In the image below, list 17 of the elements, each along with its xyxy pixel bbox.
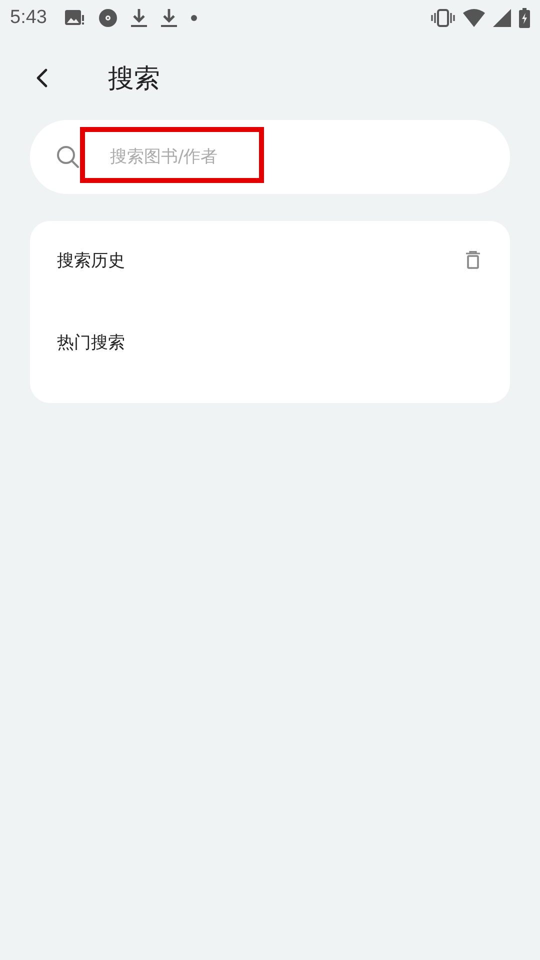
status-time: 5:43 [10, 7, 47, 29]
download-icon [130, 8, 147, 28]
page-title: 搜索 [108, 62, 160, 96]
battery-charging-icon [519, 8, 530, 28]
section-title: 热门搜索 [57, 332, 125, 354]
section-title: 搜索历史 [57, 250, 125, 272]
disc-icon [98, 9, 117, 27]
trash-icon[interactable] [466, 251, 480, 269]
wifi-icon [463, 9, 485, 27]
search-icon [56, 145, 80, 169]
image-notification-icon [64, 9, 85, 27]
dot-icon [190, 15, 197, 21]
vibrate-icon [431, 9, 455, 27]
signal-icon [493, 9, 511, 27]
back-icon[interactable] [36, 68, 48, 88]
search-field[interactable]: 搜索图书/作者 [110, 147, 410, 167]
download-icon [160, 8, 177, 28]
